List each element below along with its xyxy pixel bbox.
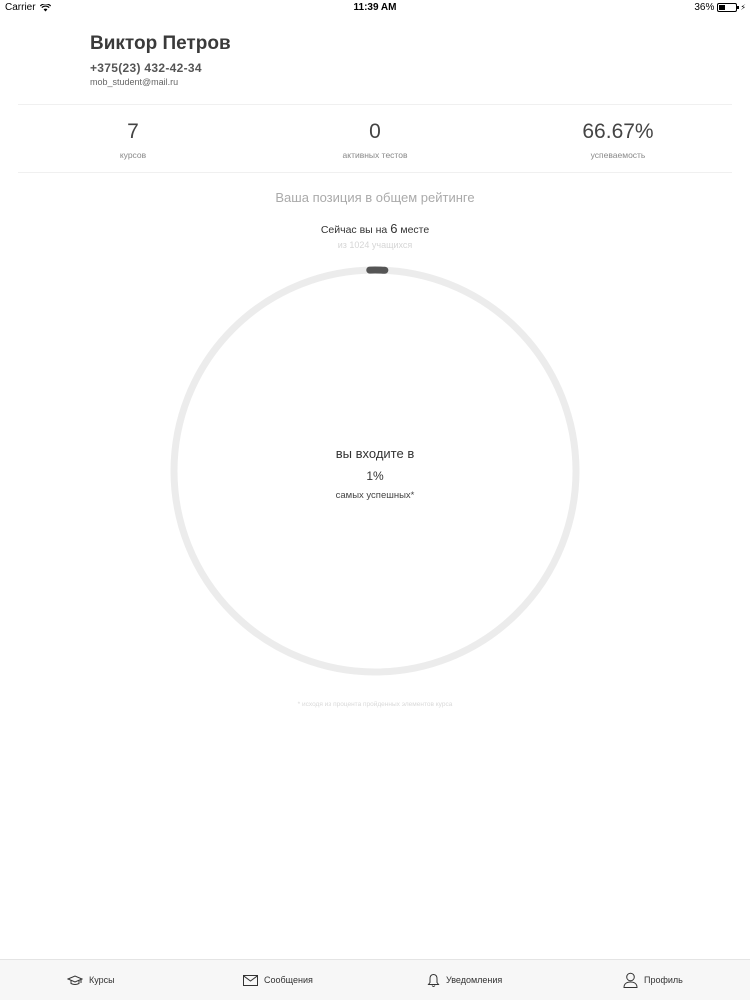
rating-center-percent: 1% — [366, 469, 384, 483]
battery-percent: 36% — [694, 2, 715, 13]
stat-courses-label: курсов — [119, 150, 147, 160]
stats-row: 7 курсов 0 активных тестов 66.67% успева… — [0, 120, 750, 170]
divider-stats — [18, 172, 732, 173]
user-phone: +375(23) 432-42-34 — [90, 61, 202, 75]
graduation-cap-icon — [67, 974, 83, 985]
rating-title: Ваша позиция в общем рейтинге — [275, 190, 475, 205]
stat-active-tests: 0 активных тестов — [275, 120, 475, 160]
status-bar: Carrier 11:39 AM 36% ⚡ — [0, 0, 750, 16]
rating-center-line3: самых успешных* — [335, 490, 415, 501]
bell-icon — [427, 973, 440, 987]
tab-courses[interactable]: Курсы — [67, 960, 115, 1000]
profile-header: Виктор Петров +375(23) 432-42-34 mob_stu… — [90, 33, 231, 87]
stat-courses: 7 курсов — [33, 120, 233, 160]
clock: 11:39 AM — [353, 2, 397, 13]
stat-performance-value: 66.67% — [582, 120, 654, 143]
rating-now-suffix: месте — [400, 224, 430, 236]
stat-performance-label: успеваемость — [590, 150, 646, 160]
person-icon — [623, 972, 638, 988]
stat-active-tests-label: активных тестов — [342, 150, 408, 160]
rating-total: из 1024 учащихся — [337, 240, 413, 250]
tab-bar: Курсы Сообщения Уведомления Профиль — [0, 959, 750, 1000]
stat-courses-value: 7 — [127, 120, 139, 143]
envelope-icon — [243, 974, 258, 986]
divider-top — [18, 104, 732, 105]
battery-group: 36% ⚡ — [694, 2, 746, 13]
rating-current-place: Сейчас вы на 6 месте — [0, 221, 750, 236]
stat-performance: 66.67% успеваемость — [518, 120, 718, 160]
stat-active-tests-value: 0 — [369, 120, 381, 143]
tab-courses-label: Курсы — [89, 975, 115, 985]
rating-footnote: * исходя из процента пройденных элементо… — [297, 701, 453, 708]
tab-profile[interactable]: Профиль — [623, 960, 683, 1000]
tab-messages[interactable]: Сообщения — [243, 960, 313, 1000]
rating-place-number: 6 — [390, 221, 398, 236]
tab-notifications-label: Уведомления — [446, 975, 503, 985]
tab-profile-label: Профиль — [644, 975, 683, 985]
tab-messages-label: Сообщения — [264, 975, 313, 985]
tab-notifications[interactable]: Уведомления — [427, 960, 502, 1000]
rating-center-line1: вы входите в — [335, 446, 415, 461]
battery-icon — [717, 3, 740, 12]
user-name: Виктор Петров — [90, 33, 231, 54]
user-email: mob_student@mail.ru — [90, 77, 179, 87]
charging-icon: ⚡ — [740, 3, 746, 12]
rating-now-prefix: Сейчас вы на — [320, 224, 388, 236]
